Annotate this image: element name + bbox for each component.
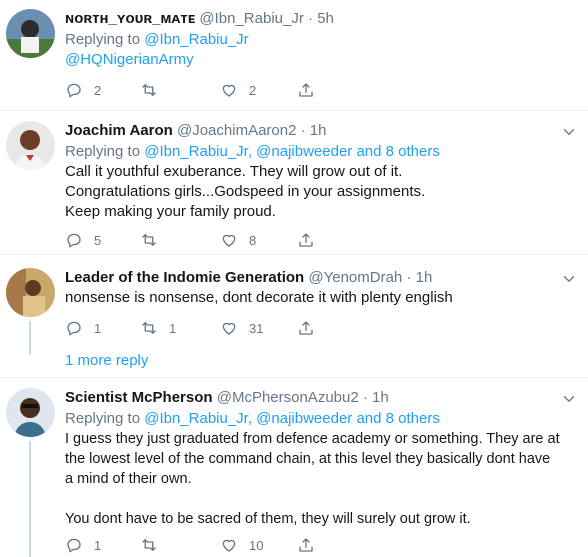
share-icon (299, 538, 313, 552)
avatar[interactable] (6, 388, 55, 437)
retweet-icon (142, 84, 156, 96)
tweet-text-line: Keep making your family proud. (65, 203, 276, 220)
retweet-button[interactable] (140, 230, 169, 250)
thread-line (29, 321, 31, 355)
like-icon (222, 234, 236, 247)
tweet-text-line: I guess they just graduated from defence… (65, 431, 560, 447)
tweet-text-line: Congratulations girls...Godspeed in your… (65, 183, 426, 200)
tweet-text-line: a mind of their own. (65, 471, 192, 487)
caret-down-icon[interactable] (560, 270, 578, 288)
tweet-actions: 5 8 (65, 230, 365, 250)
like-icon (222, 539, 236, 552)
reply-count: 1 (94, 320, 102, 336)
reply-icon (67, 233, 81, 248)
user-handle[interactable]: @JoachimAaron2 (177, 122, 296, 139)
share-icon (299, 321, 313, 335)
like-button[interactable]: 8 (220, 230, 256, 250)
reply-count: 2 (94, 82, 102, 98)
replying-to: Replying to @Ibn_Rabiu_Jr, @najibweeder … (65, 142, 574, 162)
avatar[interactable] (6, 121, 55, 170)
retweet-button[interactable] (140, 535, 169, 555)
like-count: 2 (249, 82, 257, 98)
tweet-leader-indomie[interactable]: Leader of the Indomie Generation @YenomD… (0, 255, 588, 378)
tweet-joachim-aaron[interactable]: Joachim Aaron @JoachimAaron2 · 1h Replyi… (0, 111, 588, 254)
reply-count: 5 (94, 232, 102, 248)
replying-users-link[interactable]: @Ibn_Rabiu_Jr (144, 31, 248, 48)
like-count: 10 (249, 537, 264, 553)
mention-link[interactable]: @HQNigerianArmy (65, 50, 574, 70)
tweet-actions: 2 2 (65, 80, 365, 100)
tweet-text: nonsense is nonsense, dont decorate it w… (65, 288, 574, 308)
timestamp[interactable]: 1h (416, 269, 433, 286)
reply-count: 1 (94, 537, 102, 553)
user-handle[interactable]: @YenomDrah (308, 269, 402, 286)
retweet-icon (142, 322, 156, 334)
display-name[interactable]: Leader of the Indomie Generation (65, 269, 304, 286)
retweet-count: 1 (169, 320, 177, 336)
share-icon (299, 83, 313, 97)
user-handle[interactable]: @McPhersonAzubu2 (217, 389, 359, 406)
like-icon (222, 84, 236, 97)
like-count: 8 (249, 232, 257, 248)
share-button[interactable] (297, 318, 315, 338)
reply-button[interactable]: 1 (65, 535, 101, 555)
reply-icon (67, 538, 81, 553)
like-icon (222, 322, 236, 335)
replying-to: Replying to @Ibn_Rabiu_Jr, @najibweeder … (65, 409, 574, 429)
replying-users-link[interactable]: @Ibn_Rabiu_Jr, @najibweeder and 8 others (144, 410, 440, 427)
reply-icon (67, 321, 81, 336)
reply-feed: ɴᴏʀᴛʜ_ʏᴏᴜʀ_ᴍᴀᴛᴇ @Ibn_Rabiu_Jr · 5h Reply… (0, 0, 588, 557)
avatar[interactable] (6, 268, 55, 317)
show-more-replies-link[interactable]: 1 more reply (65, 351, 148, 371)
like-count: 31 (249, 320, 264, 336)
like-button[interactable]: 31 (220, 318, 263, 338)
retweet-button[interactable] (140, 80, 169, 100)
tweet-scientist-mcpherson[interactable]: Scientist McPherson @McPhersonAzubu2 · 1… (0, 378, 588, 557)
separator-dot: · (362, 389, 368, 406)
display-name[interactable]: Joachim Aaron (65, 122, 173, 139)
display-name[interactable]: ɴᴏʀᴛʜ_ʏᴏᴜʀ_ᴍᴀᴛᴇ (65, 10, 195, 27)
share-icon (299, 233, 313, 247)
user-handle[interactable]: @Ibn_Rabiu_Jr (199, 10, 303, 27)
reply-button[interactable]: 1 (65, 318, 101, 338)
display-name[interactable]: Scientist McPherson (65, 389, 213, 406)
timestamp[interactable]: 5h (317, 10, 334, 27)
avatar[interactable] (6, 9, 55, 58)
tweet-text-line: Call it youthful exuberance. They will g… (65, 163, 403, 180)
separator-dot: · (308, 10, 314, 27)
share-button[interactable] (297, 535, 315, 555)
tweet-text: I guess they just graduated from defence… (65, 429, 574, 529)
replying-prefix: Replying to (65, 143, 141, 160)
thread-line (29, 441, 31, 557)
tweet-text-line: nonsense is nonsense, dont decorate it w… (65, 289, 453, 306)
tweet-actions: 1 1 31 (65, 318, 365, 338)
tweet-text-line: You dont have to be sacred of them, they… (65, 511, 471, 527)
tweet-text-line (65, 489, 574, 509)
tweet-text: Call it youthful exuberance. They will g… (65, 162, 574, 222)
separator-dot: · (406, 269, 412, 286)
reply-button[interactable]: 5 (65, 230, 101, 250)
retweet-icon (142, 539, 156, 551)
tweet-north-your-mate[interactable]: ɴᴏʀᴛʜ_ʏᴏᴜʀ_ᴍᴀᴛᴇ @Ibn_Rabiu_Jr · 5h Reply… (0, 0, 588, 110)
retweet-icon (142, 234, 156, 246)
like-button[interactable]: 10 (220, 535, 263, 555)
replying-to: Replying to @Ibn_Rabiu_Jr (65, 30, 574, 50)
tweet-text-line: the lowest level of the command chain, a… (65, 451, 551, 467)
like-button[interactable]: 2 (220, 80, 256, 100)
timestamp[interactable]: 1h (372, 389, 389, 406)
share-button[interactable] (297, 80, 315, 100)
retweet-button[interactable]: 1 (140, 318, 176, 338)
replying-users-link[interactable]: @Ibn_Rabiu_Jr, @najibweeder and 8 others (144, 143, 440, 160)
caret-down-icon[interactable] (560, 390, 578, 408)
reply-icon (67, 83, 81, 98)
timestamp[interactable]: 1h (310, 122, 327, 139)
reply-button[interactable]: 2 (65, 80, 101, 100)
tweet-text: @HQNigerianArmy (65, 50, 574, 70)
replying-prefix: Replying to (65, 410, 141, 427)
tweet-actions: 1 10 (65, 535, 365, 555)
replying-prefix: Replying to (65, 31, 141, 48)
share-button[interactable] (297, 230, 315, 250)
separator-dot: · (300, 122, 306, 139)
caret-down-icon[interactable] (560, 123, 578, 141)
